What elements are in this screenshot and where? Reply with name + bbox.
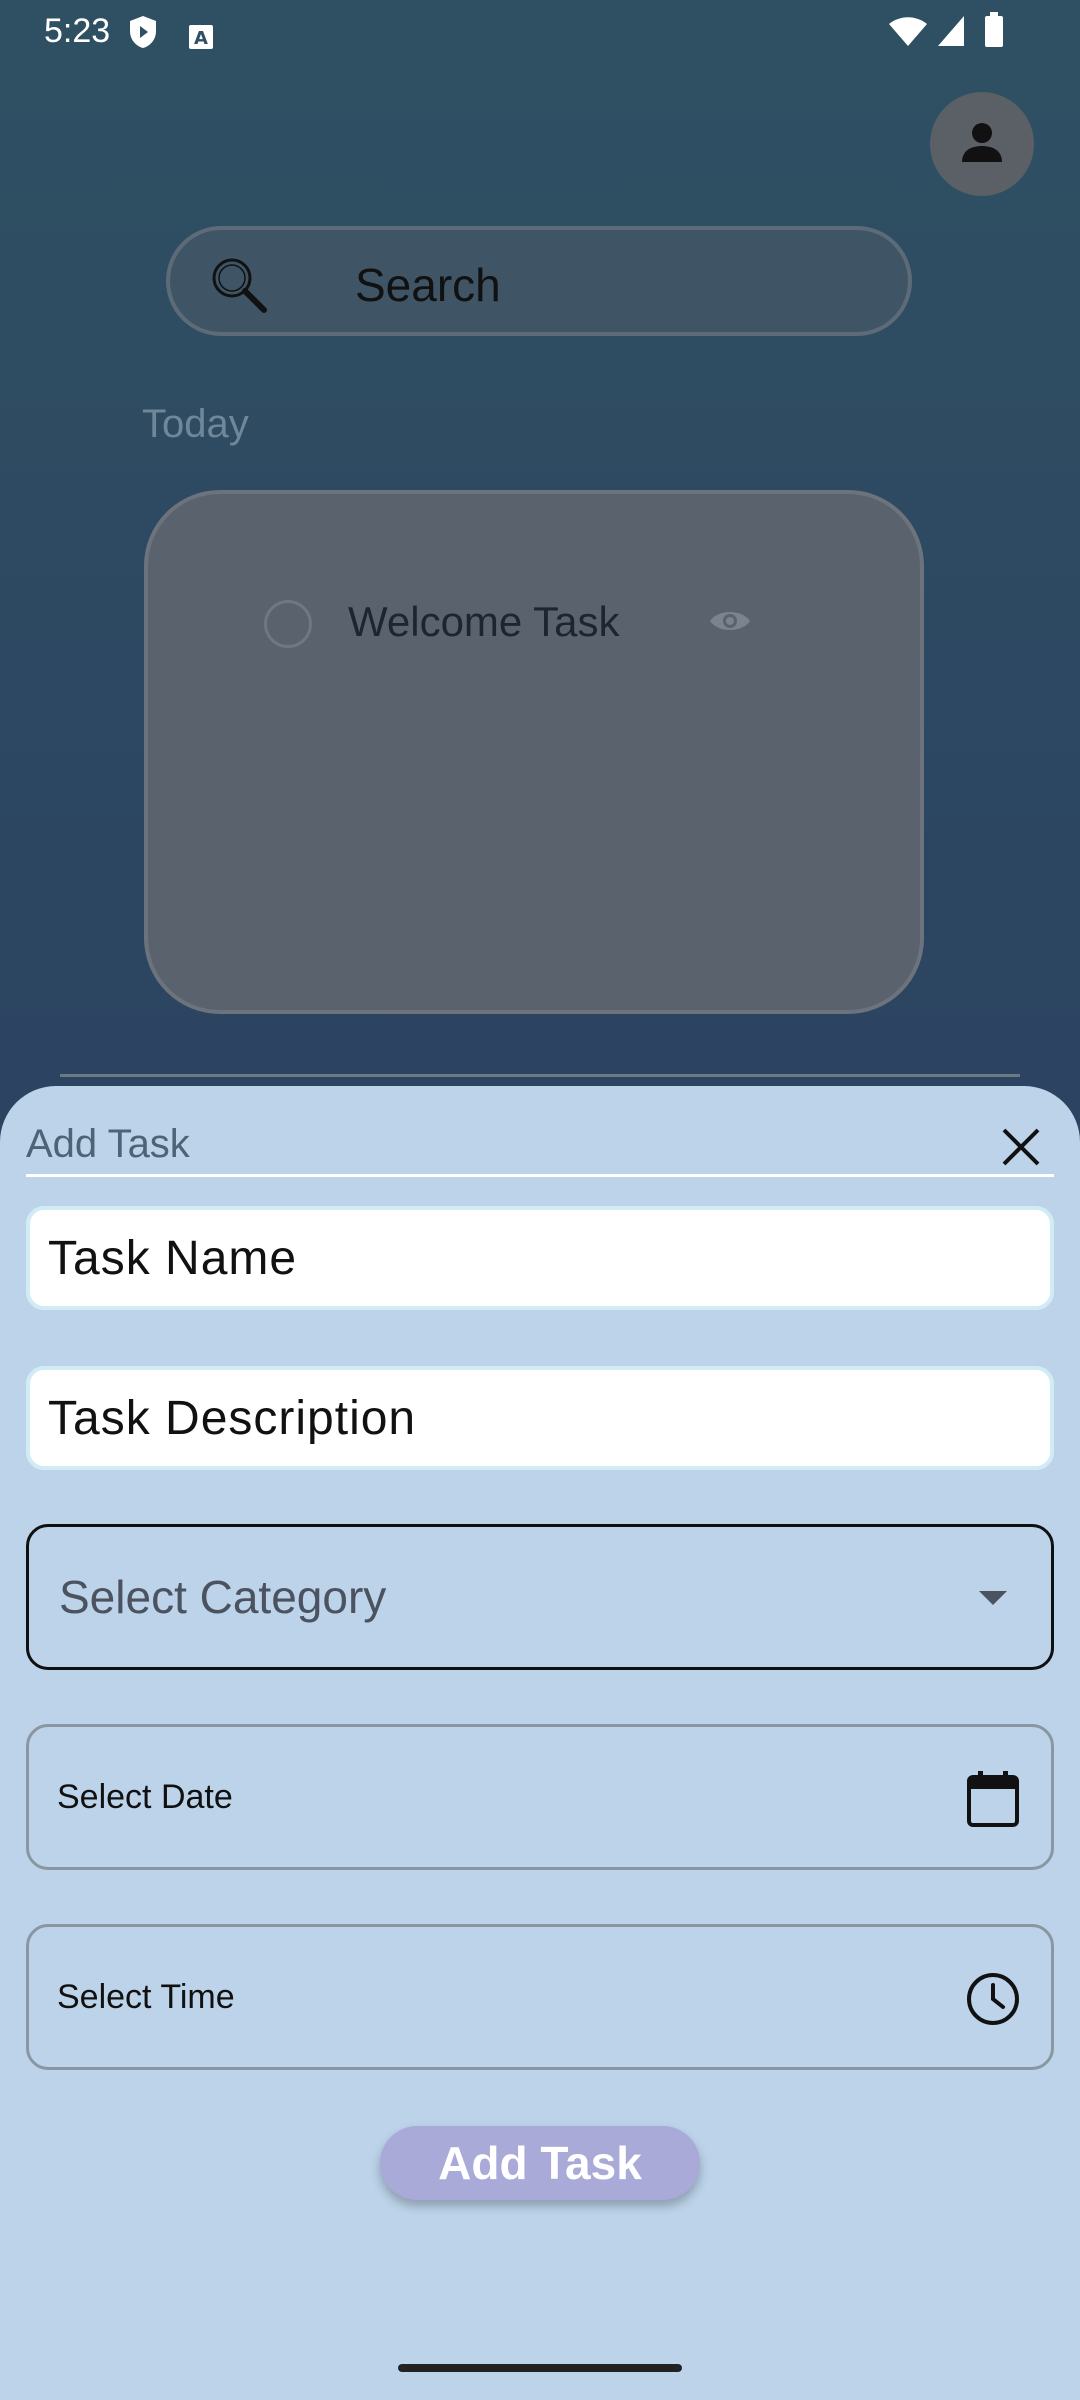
task-name-field[interactable]: Task Name <box>26 1206 1054 1310</box>
search-input[interactable]: Search <box>355 258 501 312</box>
sheet-title: Add Task <box>26 1122 190 1166</box>
wifi-icon <box>888 16 928 57</box>
calendar-icon[interactable] <box>965 1769 1021 1834</box>
dropdown-arrow-icon <box>979 1591 1007 1612</box>
task-checkbox[interactable] <box>264 600 312 648</box>
person-icon <box>960 120 1004 169</box>
date-select[interactable]: Select Date <box>26 1724 1054 1870</box>
time-select-label: Select Time <box>57 1977 235 2016</box>
add-task-button[interactable]: Add Task <box>380 2126 700 2200</box>
task-name[interactable]: Welcome Task <box>348 598 620 646</box>
status-bar: 5:23 A <box>0 0 1080 64</box>
profile-avatar-button[interactable] <box>930 92 1034 196</box>
signal-icon <box>936 14 966 57</box>
status-time: 5:23 <box>44 12 111 50</box>
clock-icon[interactable] <box>965 1971 1021 2032</box>
category-select-label: Select Category <box>59 1571 387 1623</box>
eye-icon[interactable] <box>708 606 752 641</box>
battery-icon <box>984 12 1004 57</box>
category-select[interactable]: Select Category <box>26 1524 1054 1670</box>
search-icon <box>206 252 270 321</box>
section-today-heading: Today <box>142 402 249 446</box>
shield-status-icon <box>128 14 158 59</box>
task-description-field[interactable]: Task Description <box>26 1366 1054 1470</box>
svg-text:A: A <box>194 28 208 49</box>
divider <box>60 1074 1020 1077</box>
home-indicator[interactable] <box>398 2364 682 2372</box>
task-list-card: Welcome Task <box>144 490 924 1014</box>
date-select-label: Select Date <box>57 1777 233 1816</box>
sheet-divider <box>26 1174 1054 1177</box>
search-bar[interactable]: Search <box>166 226 912 336</box>
time-select[interactable]: Select Time <box>26 1924 1054 2070</box>
keyboard-status-icon: A <box>188 20 214 59</box>
add-task-sheet: Add Task Task Name Task Description Sele… <box>0 1086 1080 2400</box>
close-icon[interactable] <box>998 1124 1044 1175</box>
